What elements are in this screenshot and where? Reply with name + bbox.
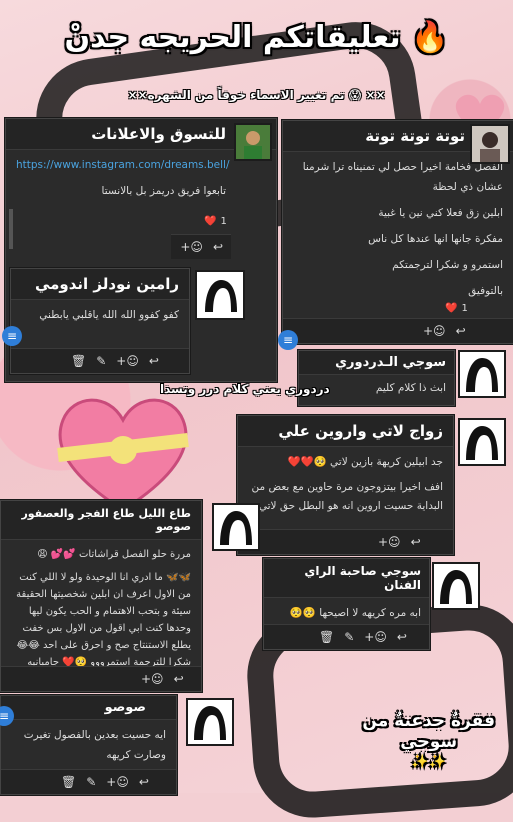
avatar[interactable]: [212, 503, 260, 551]
comment-text: كفو كفوو الله الله ياقلبي يابطني: [39, 309, 179, 321]
comment-author: صوصو: [1, 696, 176, 720]
edit-icon[interactable]: ✎: [96, 354, 106, 368]
edit-icon[interactable]: ✎: [86, 775, 96, 789]
avatar[interactable]: [234, 123, 272, 161]
comment-line: مررة حلو الفصل قراشاتات 💕💕 😩: [37, 549, 191, 560]
comment-card-rameen: رامين نودلز اندومي كفو كفوو الله الله يا…: [10, 268, 190, 374]
heart-icon: ❤️: [445, 303, 458, 314]
reply-icon[interactable]: ↩: [456, 324, 466, 338]
likes-count: ❤️ 1: [204, 216, 227, 227]
edit-icon[interactable]: ✎: [344, 630, 354, 644]
comment-line: استمرو و شكرا لترجمتكم: [392, 258, 503, 271]
reply-icon[interactable]: ↩: [213, 240, 223, 254]
reply-icon[interactable]: ↩: [149, 354, 159, 368]
avatar[interactable]: [458, 418, 506, 466]
avatar[interactable]: [458, 350, 506, 398]
sparkles-icon: ✨✨: [411, 753, 447, 770]
likes-count: ❤️ 1: [445, 303, 468, 314]
heart-gift-image: [57, 398, 189, 512]
comment-line: بالتوفيق: [468, 284, 503, 297]
add-reaction-icon[interactable]: +☺: [378, 535, 401, 549]
comment-author: سوجي صاحبة الراي الفنان: [264, 559, 429, 598]
comment-line: مفكرة جانها انها عندها كل ناس: [368, 232, 503, 245]
menu-button[interactable]: ≡: [2, 326, 22, 346]
instagram-link[interactable]: https://www.instagram.com/dreams.bell/: [16, 156, 230, 176]
add-reaction-icon[interactable]: +☺: [141, 672, 164, 686]
page-subtitle: ××تم تغيير الاسماء خوفاً من الشهره 😱 ××: [127, 88, 386, 102]
delete-icon[interactable]: 🗑: [61, 775, 76, 789]
comment-line: 🦋🦋 ما ادري انا الوحيدة ولو لا اللي كنت م…: [16, 572, 191, 668]
page-title: تعليقاتكم الحريجه جدنْ 🔥: [64, 20, 449, 55]
reply-icon[interactable]: ↩: [174, 672, 184, 686]
overlay-caption: دردوري يعني كلام درر وتسذا: [160, 382, 330, 396]
comment-card-zawaj: زواج لاتي واروين علي جد ابيلين كريهة باز…: [237, 415, 454, 555]
avatar[interactable]: [186, 698, 234, 746]
signature-line-2: سوجي: [400, 732, 458, 753]
avatar[interactable]: [470, 124, 510, 164]
likes-number: 1: [461, 303, 468, 314]
comment-author: سوجي الـدردوري: [299, 351, 454, 375]
comment-text: تابعوا فريق دريمز بل بالانستا: [101, 184, 226, 197]
comment-card-sooji-2: سوجي صاحبة الراي الفنان ابه مره كريهه لا…: [263, 558, 430, 650]
comment-card-sooji-1: سوجي الـدردوري ابث ذا كلام كليم: [298, 350, 455, 406]
comment-line: جد ابيلين كريهة بازين لاتي 🥺❤️❤️: [287, 456, 443, 468]
comment-author: رامين نودلز اندومي: [11, 269, 189, 300]
comment-text: ابه مره كريهه لا اصيحها 🥺🥺: [289, 607, 421, 619]
likes-number: 1: [220, 216, 227, 227]
comment-line: ابلين زق فعلا كني نين يا غبية: [378, 206, 503, 219]
comment-card-talal: طاع الليل طاع الفجر والعصفور صوصو مررة ح…: [0, 500, 202, 692]
add-reaction-icon[interactable]: +☺: [116, 354, 139, 368]
signature-line-1: فقرةٌ جدعنةٌ من: [362, 711, 495, 731]
add-reaction-icon[interactable]: +☺: [106, 775, 129, 789]
comment-card-toota: توتة توتة توتة الفصل فخامة اخيرا حصل لي …: [282, 120, 513, 344]
comment-line: افف اخيرا بيتزوجون مرة حاوين مع بعض من ا…: [251, 480, 443, 512]
add-reaction-icon[interactable]: +☺: [364, 630, 387, 644]
avatar[interactable]: [432, 562, 480, 610]
comment-author: طاع الليل طاع الفجر والعصفور صوصو: [1, 501, 201, 540]
scrollbar[interactable]: [9, 209, 13, 249]
signature: فقرةٌ جدعنةٌ من سوجي ✨✨: [362, 711, 495, 771]
reply-icon[interactable]: ↩: [397, 630, 407, 644]
avatar[interactable]: [195, 270, 245, 320]
add-reaction-icon[interactable]: +☺: [180, 240, 203, 254]
heart-icon: ❤️: [204, 216, 217, 227]
comment-card-soso: صوصو ايه حسيت بعدين بالفصول تغيرت وصارت …: [0, 695, 177, 795]
reply-icon[interactable]: ↩: [139, 775, 149, 789]
add-reaction-icon[interactable]: +☺: [423, 324, 446, 338]
delete-icon[interactable]: 🗑: [71, 354, 86, 368]
menu-button[interactable]: ≡: [278, 330, 298, 350]
comment-text: ايه حسيت بعدين بالفصول تغيرت وصارت كريهه: [23, 729, 166, 761]
reply-icon[interactable]: ↩: [411, 535, 421, 549]
delete-icon[interactable]: 🗑: [319, 630, 334, 644]
comment-author: زواج لاتي واروين علي: [238, 416, 453, 447]
